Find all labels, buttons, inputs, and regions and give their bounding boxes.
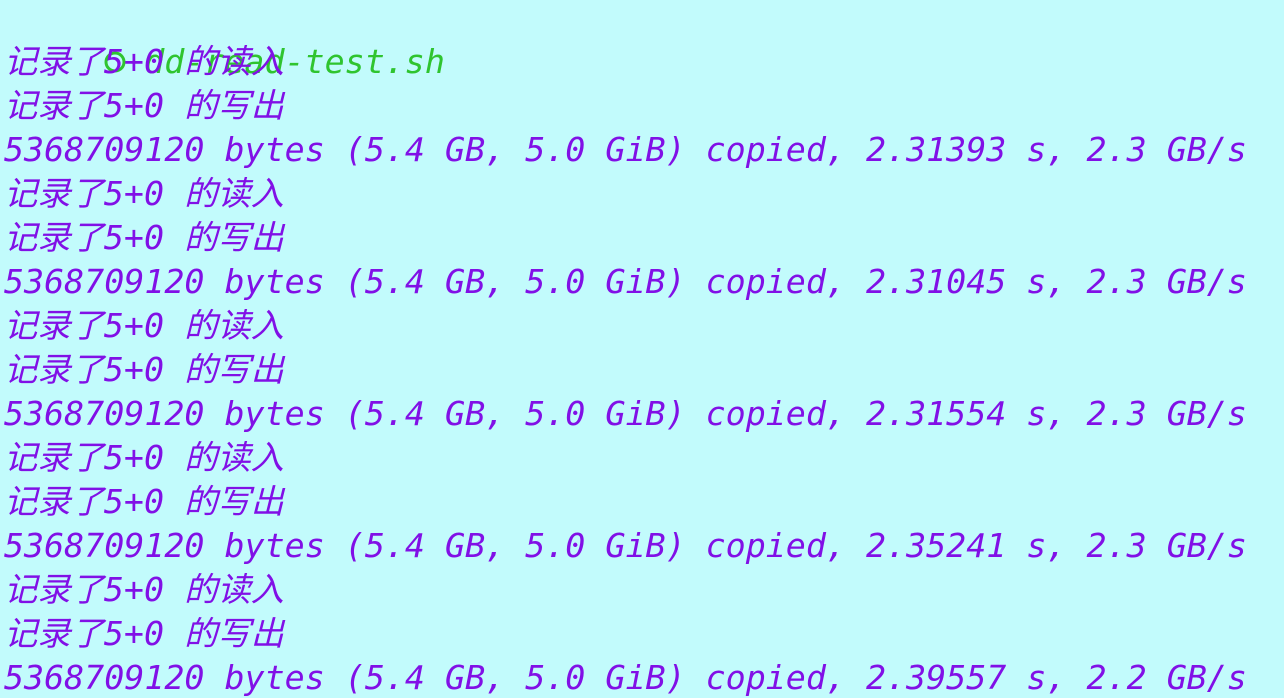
output-line-copy-result: 5368709120 bytes (5.4 GB, 5.0 GiB) copie… [4,262,1247,301]
output-line-records-in: 记录了5+0 的读入 [4,570,284,609]
output-line-copy-result: 5368709120 bytes (5.4 GB, 5.0 GiB) copie… [4,130,1247,169]
output-line-records-in: 记录了5+0 的读入 [4,438,284,477]
command-line: dd-read-test.sh [4,0,445,81]
output-line-copy-result: 5368709120 bytes (5.4 GB, 5.0 GiB) copie… [4,394,1247,433]
output-line-records-out: 记录了5+0 的写出 [4,482,284,521]
output-line-records-in: 记录了5+0 的读入 [4,306,284,345]
output-line-copy-result: 5368709120 bytes (5.4 GB, 5.0 GiB) copie… [4,658,1247,697]
output-line-records-out: 记录了5+0 的写出 [4,350,284,389]
output-line-copy-result: 5368709120 bytes (5.4 GB, 5.0 GiB) copie… [4,526,1247,565]
output-line-records-out: 记录了5+0 的写出 [4,218,284,257]
output-line-records-in: 记录了5+0 的读入 [4,174,284,213]
terminal-window[interactable]: dd-read-test.sh 记录了5+0 的读入 记录了5+0 的写出 53… [0,0,1284,698]
output-line-records-out: 记录了5+0 的写出 [4,614,284,653]
output-line-records-in: 记录了5+0 的读入 [4,42,284,81]
output-line-records-out: 记录了5+0 的写出 [4,86,284,125]
